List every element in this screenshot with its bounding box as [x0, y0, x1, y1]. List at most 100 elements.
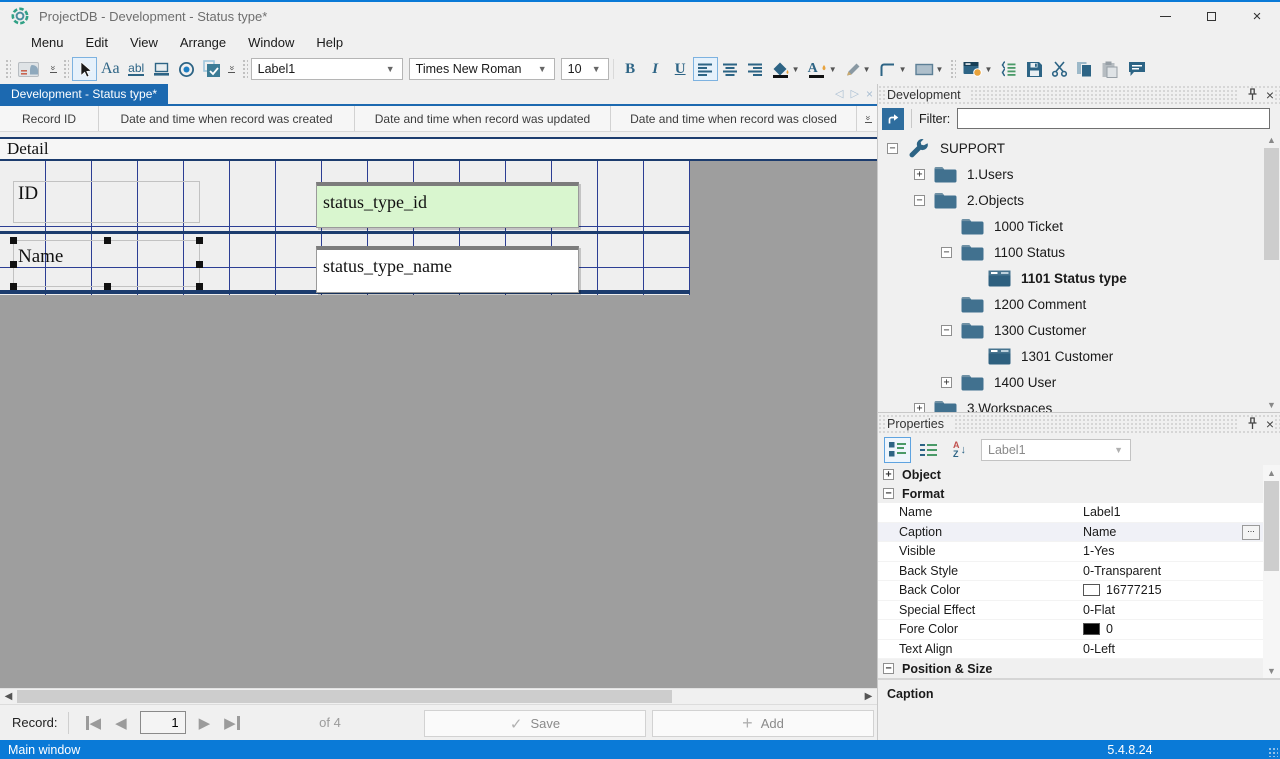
- minimize-button[interactable]: [1142, 2, 1188, 30]
- column-header[interactable]: Date and time when record was closed: [611, 106, 857, 131]
- resize-grip[interactable]: [1268, 747, 1278, 757]
- property-value[interactable]: 0-Flat: [1083, 603, 1280, 617]
- align-left-button[interactable]: [692, 57, 718, 81]
- sort-alphabetical-button[interactable]: A Z ↓: [946, 437, 973, 463]
- toolbar-grip[interactable]: [63, 59, 69, 79]
- scroll-up-icon[interactable]: ▲: [1263, 132, 1280, 147]
- tab-development-status-type[interactable]: Development - Status type*: [0, 84, 169, 104]
- scroll-right-icon[interactable]: ▶: [860, 689, 877, 704]
- cut-icon-button[interactable]: [1047, 57, 1072, 81]
- property-section-object[interactable]: + Object: [878, 465, 1280, 484]
- property-value[interactable]: 0-Transparent: [1083, 564, 1280, 578]
- font-name-combo[interactable]: Times New Roman ▼: [408, 58, 555, 80]
- maximize-button[interactable]: [1188, 2, 1234, 30]
- tab-next-icon[interactable]: ▷: [851, 87, 859, 101]
- collapse-expander-icon[interactable]: −: [883, 488, 894, 499]
- fill-color-button[interactable]: ▼: [768, 57, 804, 81]
- close-pane-icon[interactable]: ×: [1266, 88, 1274, 102]
- expand-expander-icon[interactable]: +: [883, 469, 894, 480]
- paste-icon-button[interactable]: [1097, 57, 1122, 81]
- tree-scrollbar-thumb[interactable]: [1264, 148, 1279, 260]
- collapse-expander-icon[interactable]: −: [887, 142, 898, 154]
- property-row-name[interactable]: Name Label1: [878, 503, 1280, 523]
- menu-item-window[interactable]: Window: [237, 32, 305, 53]
- bold-button[interactable]: B: [618, 57, 643, 81]
- property-row-text-align[interactable]: Text Align 0-Left: [878, 639, 1280, 659]
- expand-expander-icon[interactable]: +: [941, 376, 952, 388]
- align-center-button[interactable]: [718, 57, 743, 81]
- textbox-tool[interactable]: abl: [124, 57, 149, 81]
- collapse-expander-icon[interactable]: −: [941, 324, 952, 336]
- property-section-format[interactable]: − Format: [878, 484, 1280, 503]
- resize-handle[interactable]: [104, 237, 111, 244]
- property-section-position-size[interactable]: − Position & Size: [878, 659, 1280, 678]
- property-row-back-color[interactable]: Back Color 16777215: [878, 581, 1280, 601]
- toolbar-grip[interactable]: [950, 59, 957, 79]
- property-row-caption[interactable]: Caption Name...: [878, 522, 1280, 542]
- font-size-combo[interactable]: 10 ▼: [560, 58, 609, 80]
- resize-handle[interactable]: [196, 237, 203, 244]
- select-pointer-tool[interactable]: [72, 57, 97, 81]
- save-button[interactable]: ✓ Save: [424, 710, 646, 737]
- previous-record-button[interactable]: ◀: [108, 714, 134, 732]
- column-overflow-button[interactable]: »: [861, 107, 875, 131]
- property-value[interactable]: 0: [1083, 622, 1280, 636]
- pin-icon[interactable]: [1247, 88, 1258, 101]
- comment-icon-button[interactable]: [1124, 57, 1150, 81]
- object-selector-combo[interactable]: Label1 ▼: [250, 58, 403, 80]
- property-value[interactable]: 0-Left: [1083, 642, 1280, 656]
- property-row-back-style[interactable]: Back Style 0-Transparent: [878, 561, 1280, 581]
- categorized-view-button[interactable]: [884, 436, 911, 463]
- close-pane-icon[interactable]: ×: [1266, 417, 1274, 431]
- resize-handle[interactable]: [10, 261, 17, 268]
- property-value[interactable]: 1-Yes: [1083, 544, 1280, 558]
- collapse-expander-icon[interactable]: −: [941, 246, 952, 258]
- shape-rectangle-button[interactable]: ▼: [911, 57, 948, 81]
- tree-item[interactable]: +3.Workspaces: [878, 395, 1280, 412]
- toolbar-grip[interactable]: [5, 59, 11, 79]
- property-row-visible[interactable]: Visible 1-Yes: [878, 542, 1280, 562]
- italic-button[interactable]: I: [643, 57, 668, 81]
- property-row-fore-color[interactable]: Fore Color 0: [878, 620, 1280, 640]
- column-header[interactable]: Record ID: [0, 106, 99, 131]
- underline-button[interactable]: U: [668, 57, 693, 81]
- align-right-button[interactable]: [743, 57, 768, 81]
- tree-item[interactable]: 1301 Customer: [878, 343, 1280, 369]
- properties-scrollbar[interactable]: ▲ ▼: [1263, 465, 1280, 678]
- tree-item[interactable]: 1200 Comment: [878, 291, 1280, 317]
- scroll-left-icon[interactable]: ◀: [0, 689, 17, 704]
- resize-handle[interactable]: [196, 261, 203, 268]
- property-value[interactable]: Label1: [1083, 505, 1280, 519]
- status-type-id-field-control[interactable]: status_type_id: [316, 182, 579, 228]
- tree-item[interactable]: +1.Users: [878, 161, 1280, 187]
- pen-style-button[interactable]: ▼: [841, 57, 875, 81]
- toolbar-overflow-button[interactable]: »: [225, 57, 239, 81]
- property-value[interactable]: 16777215: [1083, 583, 1280, 597]
- collapse-expander-icon[interactable]: −: [914, 194, 925, 206]
- tree-item[interactable]: +1400 User: [878, 369, 1280, 395]
- record-number-input[interactable]: [139, 711, 186, 734]
- column-header[interactable]: Date and time when record was created: [99, 106, 355, 131]
- next-record-button[interactable]: ▶: [192, 714, 218, 732]
- first-record-button[interactable]: ◀: [79, 714, 109, 732]
- form-designer-canvas[interactable]: ID status_type_id Name status_type_name: [0, 161, 877, 688]
- checkbox-tool[interactable]: [199, 57, 225, 81]
- property-row-special-effect[interactable]: Special Effect 0-Flat: [878, 600, 1280, 620]
- font-color-button[interactable]: A ▼: [804, 57, 841, 81]
- collapse-expander-icon[interactable]: −: [883, 663, 894, 674]
- ellipsis-editor-button[interactable]: ...: [1242, 524, 1260, 540]
- label-tool[interactable]: Aa: [97, 57, 124, 81]
- properties-scrollbar-thumb[interactable]: [1264, 481, 1279, 571]
- resize-handle[interactable]: [104, 283, 111, 290]
- horizontal-scrollbar-thumb[interactable]: [17, 690, 672, 703]
- detail-section-header[interactable]: Detail: [0, 137, 877, 161]
- toolbar-overflow-button[interactable]: »: [46, 57, 60, 81]
- horizontal-scrollbar[interactable]: ◀ ▶: [0, 688, 877, 704]
- resize-handle[interactable]: [10, 237, 17, 244]
- border-style-button[interactable]: ▼: [875, 57, 911, 81]
- tab-prev-icon[interactable]: ◁: [835, 87, 843, 101]
- scroll-down-icon[interactable]: ▼: [1263, 397, 1280, 412]
- form-wizard-button[interactable]: ▼: [959, 57, 996, 81]
- field-list-button[interactable]: [996, 57, 1022, 81]
- menu-item-arrange[interactable]: Arrange: [169, 32, 237, 53]
